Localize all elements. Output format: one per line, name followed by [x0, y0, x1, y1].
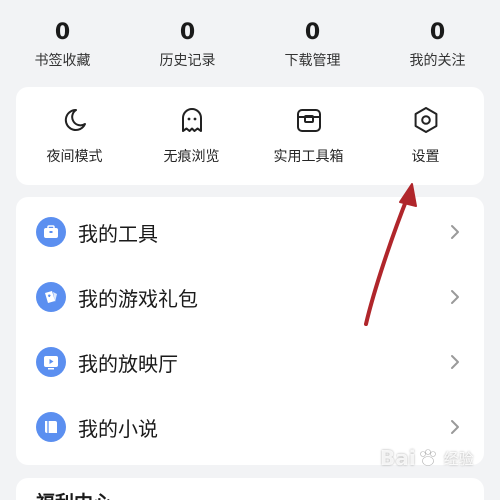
- stat-downloads[interactable]: 0 下载管理: [250, 0, 375, 82]
- toolbox-icon: [36, 217, 66, 247]
- settings-button[interactable]: 设置: [367, 87, 484, 185]
- play-icon: [36, 347, 66, 377]
- menu-item-label: 我的小说: [78, 416, 158, 441]
- stat-label: 历史记录: [159, 53, 216, 69]
- chevron-right-icon: [451, 225, 459, 239]
- chevron-right-icon: [451, 420, 459, 434]
- stat-history[interactable]: 0 历史记录: [125, 0, 250, 82]
- stat-label: 下载管理: [284, 53, 341, 69]
- paw-icon: [419, 449, 436, 466]
- stat-label: 书签收藏: [34, 53, 91, 69]
- settings-hexagon-icon: [414, 107, 437, 133]
- toolbox-icon: [296, 109, 321, 132]
- game-controller-icon: [36, 282, 66, 312]
- menu-list-card: 我的工具 我的游戏礼包 我的放映厅 我的小说: [16, 197, 484, 465]
- ghost-icon: [181, 108, 202, 132]
- baidu-jingyan-watermark: Bai 经验: [380, 446, 474, 470]
- stat-following[interactable]: 0 我的关注: [375, 0, 500, 82]
- stat-label: 我的关注: [409, 53, 466, 69]
- menu-item-my-tools[interactable]: 我的工具: [16, 199, 484, 265]
- watermark-brand-left: Bai: [380, 446, 416, 470]
- stat-count: 0: [429, 20, 446, 45]
- menu-item-label: 我的放映厅: [78, 351, 178, 376]
- quick-actions-card: 夜间模式 无痕浏览 实用工具箱 设置: [16, 87, 484, 185]
- menu-item-screening-room[interactable]: 我的放映厅: [16, 329, 484, 395]
- night-mode-button[interactable]: 夜间模式: [16, 87, 133, 185]
- stat-count: 0: [179, 20, 196, 45]
- settings-label: 设置: [411, 149, 440, 165]
- toolbox-button[interactable]: 实用工具箱: [250, 87, 367, 185]
- incognito-label: 无痕浏览: [163, 149, 220, 165]
- book-icon: [36, 412, 66, 442]
- menu-item-label: 我的游戏礼包: [78, 286, 198, 311]
- night-mode-label: 夜间模式: [46, 149, 103, 165]
- welfare-center-card[interactable]: 福利中心: [16, 478, 484, 500]
- stat-bookmarks[interactable]: 0 书签收藏: [0, 0, 125, 82]
- chevron-right-icon: [451, 290, 459, 304]
- stats-row: 0 书签收藏 0 历史记录 0 下载管理 0 我的关注: [0, 0, 500, 82]
- toolbox-label: 实用工具箱: [273, 149, 344, 165]
- stat-count: 0: [54, 20, 71, 45]
- chevron-right-icon: [451, 355, 459, 369]
- incognito-button[interactable]: 无痕浏览: [133, 87, 250, 185]
- menu-item-label: 我的工具: [78, 221, 158, 246]
- watermark-brand-right: 经验: [443, 449, 474, 468]
- menu-item-game-gifts[interactable]: 我的游戏礼包: [16, 264, 484, 330]
- welfare-center-label: 福利中心: [36, 488, 112, 500]
- stat-count: 0: [304, 20, 321, 45]
- moon-icon: [64, 108, 86, 131]
